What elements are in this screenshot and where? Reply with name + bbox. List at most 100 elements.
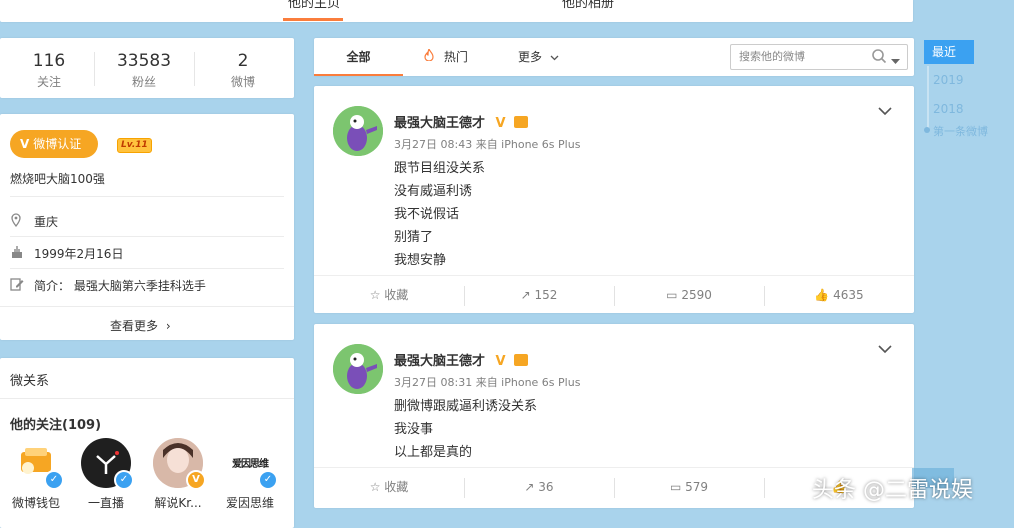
post-line: 没有威逼利诱 (394, 184, 473, 199)
post-line: 我没事 (394, 422, 434, 437)
search-dropdown-icon[interactable] (891, 54, 900, 68)
vip-crown-icon (514, 354, 529, 366)
stat-followers[interactable]: 33583 粉丝 (94, 38, 194, 98)
following-name: 爱因思维 (225, 496, 274, 510)
tab-more-label: 更多 (518, 50, 543, 64)
level-badge: Lv.11 (117, 138, 152, 153)
tab-hot[interactable]: 热门 (424, 38, 468, 76)
verified-badge-icon: ✓ (258, 470, 278, 490)
divider (10, 236, 284, 237)
verified-v-icon: V (495, 354, 506, 369)
verified-badge-icon: ✓ (44, 470, 64, 490)
following-item[interactable]: ✓ 微博钱包 (6, 438, 66, 511)
chevron-down-icon (550, 50, 559, 64)
flame-icon (424, 47, 438, 64)
profile-info-card: V 微博认证 Lv.11 燃烧吧大脑100强 重庆 1999年2月16日 简介： … (0, 114, 294, 340)
post-actions: ☆ 收藏 ↗ 152 ▭ 2590 👍 4635 (314, 275, 914, 314)
divider (0, 306, 294, 307)
intro-text: 简介： 最强大脑第六季挂科选手 (34, 279, 206, 293)
chevron-right-icon: › (165, 319, 171, 333)
timeline-2018[interactable]: 2018 (933, 102, 964, 116)
stat-weibo-count: 2 (237, 51, 249, 71)
thumbs-up-icon: 👍 (814, 288, 830, 302)
comment-button[interactable]: ▭ 579 (614, 468, 764, 506)
cake-icon (10, 245, 24, 259)
star-icon: ☆ (369, 288, 381, 302)
verified-v-icon: V (20, 137, 30, 151)
repost-icon: ↗ (524, 480, 535, 494)
search-box (730, 44, 908, 70)
verified-badge-icon: ✓ (114, 470, 134, 490)
favorite-label: 收藏 (384, 288, 409, 302)
view-more-label: 查看更多 (110, 319, 159, 333)
stat-following[interactable]: 116 关注 (0, 38, 98, 98)
vip-crown-icon (514, 116, 529, 128)
post-menu-chevron-icon[interactable] (878, 104, 894, 120)
aiyin-avatar: 爱因思维 ✓ (225, 438, 278, 490)
relations-title: 微关系 (10, 374, 50, 389)
search-icon[interactable] (871, 48, 887, 67)
relations-card: 微关系 他的关注(109) ✓ 微博钱包 ✓ 一直播 V 解说Kr... 爱因思… (0, 358, 294, 528)
repost-count: 36 (538, 480, 554, 494)
favorite-label: 收藏 (384, 480, 409, 494)
tab-home[interactable]: 他的主页 (288, 0, 340, 11)
tab-all[interactable]: 全部 (314, 38, 403, 76)
repost-count: 152 (534, 288, 558, 302)
following-item[interactable]: 爱因思维 ✓ 爱因思维 (220, 438, 280, 511)
author-name[interactable]: 最强大脑王德才 V (394, 350, 529, 369)
post-meta: 3月27日 08:43 来自 iPhone 6s Plus (394, 138, 581, 151)
author-avatar[interactable] (333, 106, 383, 156)
stat-weibo[interactable]: 2 微博 (194, 38, 292, 98)
like-count: 4635 (833, 288, 864, 302)
search-input[interactable] (739, 48, 859, 64)
feed-tabs-bar: 全部 热门 更多 (314, 38, 914, 76)
timeline-first-post[interactable]: 第一条微博 (933, 123, 988, 139)
post-line: 以上都是真的 (394, 445, 473, 460)
verify-desc-text: 燃烧吧大脑100强 (10, 172, 105, 186)
edit-icon (10, 277, 24, 291)
location-text: 重庆 (34, 215, 59, 229)
following-item[interactable]: ✓ 一直播 (76, 438, 136, 511)
timeline-recent[interactable]: 最近 (924, 40, 974, 64)
person-avatar: V (153, 438, 206, 490)
stat-followers-count: 33583 (116, 51, 172, 71)
comment-count: 2590 (681, 288, 712, 302)
like-button[interactable]: 👍 4635 (764, 276, 914, 314)
favorite-button[interactable]: ☆ 收藏 (314, 468, 464, 506)
following-title[interactable]: 他的关注(109) (10, 414, 101, 433)
wallet-avatar: ✓ (11, 438, 64, 490)
author-avatar[interactable] (333, 344, 383, 394)
post-line: 我不说假话 (394, 207, 460, 222)
stat-following-count: 116 (32, 51, 66, 71)
comment-icon: ▭ (666, 288, 678, 302)
author-name-text: 最强大脑王德才 (394, 354, 486, 369)
tab-album[interactable]: 他的相册 (562, 0, 614, 11)
repost-icon: ↗ (520, 288, 531, 302)
view-more-link[interactable]: 查看更多 › (110, 317, 171, 334)
tab-more[interactable]: 更多 (518, 38, 559, 76)
comment-button[interactable]: ▭ 2590 (614, 276, 764, 314)
divider (10, 268, 284, 269)
post-menu-chevron-icon[interactable] (878, 342, 894, 358)
repost-button[interactable]: ↗ 152 (464, 276, 614, 314)
author-name[interactable]: 最强大脑王德才 V (394, 112, 529, 131)
tab-hot-label: 热门 (443, 50, 468, 64)
post-line: 我想安静 (394, 253, 447, 268)
divider (10, 196, 284, 197)
weibo-verify-button[interactable]: V 微博认证 (10, 130, 98, 158)
post-meta: 3月27日 08:31 来自 iPhone 6s Plus (394, 376, 581, 389)
verify-label: 微博认证 (33, 137, 82, 151)
divider (0, 398, 294, 399)
location-pin-icon (10, 213, 24, 228)
aiyin-logo-text: 爱因思维 (232, 459, 269, 470)
favorite-button[interactable]: ☆ 收藏 (314, 276, 464, 314)
timeline-line (927, 66, 929, 130)
stats-card: 116 关注 33583 粉丝 2 微博 (0, 38, 294, 98)
timeline-2019[interactable]: 2019 (933, 73, 964, 87)
repost-button[interactable]: ↗ 36 (464, 468, 614, 506)
star-icon: ☆ (369, 480, 381, 494)
comment-count: 579 (685, 480, 709, 494)
yizhibo-avatar: ✓ (81, 438, 134, 490)
active-tab-underline (283, 18, 343, 21)
following-item[interactable]: V 解说Kr... (148, 438, 208, 511)
